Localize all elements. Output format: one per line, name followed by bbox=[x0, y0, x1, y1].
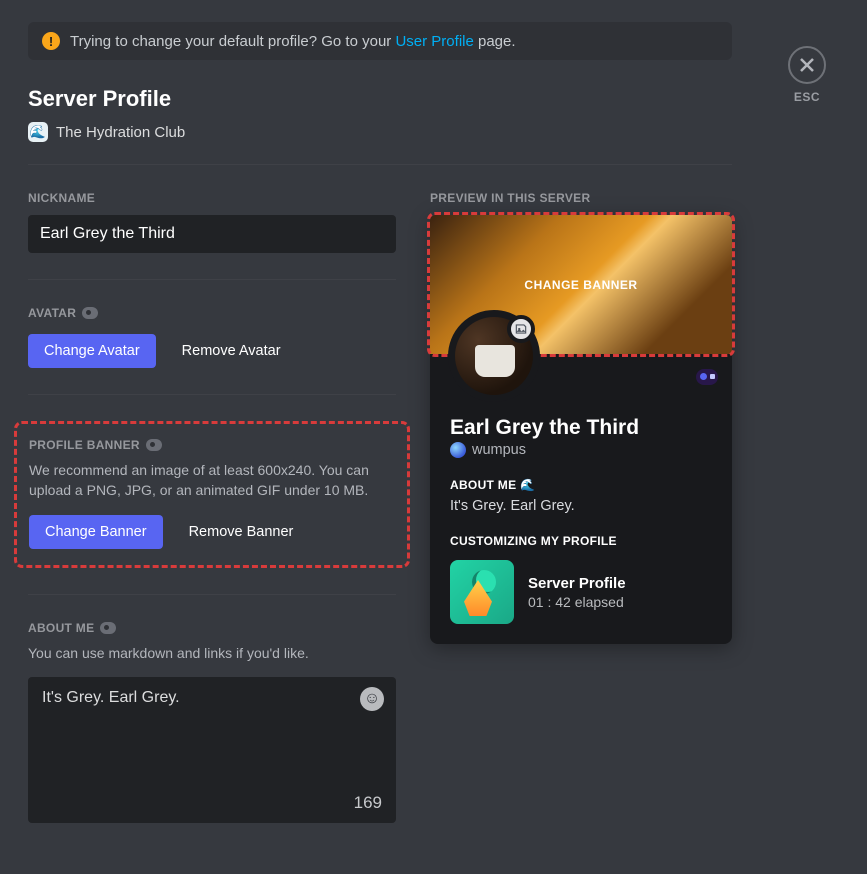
activity-pencil-icon bbox=[450, 560, 514, 624]
divider bbox=[28, 594, 396, 595]
warning-icon: ! bbox=[42, 32, 60, 50]
banner-description: We recommend an image of at least 600x24… bbox=[29, 460, 395, 501]
preview-username: wumpus bbox=[472, 442, 526, 458]
change-banner-button[interactable]: Change Banner bbox=[29, 515, 163, 549]
preview-about-text: It's Grey. Earl Grey. bbox=[450, 498, 712, 514]
profile-banner-label-text: PROFILE BANNER bbox=[29, 438, 140, 452]
activity-row: Server Profile 01 : 42 elapsed bbox=[450, 560, 712, 624]
close-button[interactable] bbox=[788, 46, 826, 84]
wave-icon: 🌊 bbox=[520, 478, 535, 492]
avatar-image bbox=[475, 345, 515, 377]
preview-card: CHANGE BANNER Earl Grey the Third wumpus bbox=[430, 215, 732, 644]
preview-about-label-text: ABOUT ME bbox=[450, 478, 516, 492]
esc-label: ESC bbox=[794, 90, 820, 104]
nitro-icon bbox=[100, 622, 116, 634]
preview-avatar[interactable] bbox=[448, 310, 540, 402]
nitro-icon bbox=[82, 307, 98, 319]
nitro-icon bbox=[146, 439, 162, 451]
notice-bar: ! Trying to change your default profile?… bbox=[28, 22, 732, 60]
remove-avatar-button[interactable]: Remove Avatar bbox=[178, 334, 285, 368]
divider bbox=[28, 279, 396, 280]
upload-avatar-badge[interactable] bbox=[507, 315, 535, 343]
form-column: NICKNAME AVATAR Change Avatar Remove Ava… bbox=[28, 191, 396, 823]
preview-about-label: ABOUT ME 🌊 bbox=[450, 478, 712, 492]
divider bbox=[28, 394, 396, 395]
page-title: Server Profile bbox=[28, 86, 732, 112]
about-me-description: You can use markdown and links if you'd … bbox=[28, 643, 396, 663]
preview-username-row: wumpus bbox=[450, 442, 712, 458]
settings-page: ESC ! Trying to change your default prof… bbox=[0, 0, 760, 851]
nickname-input[interactable] bbox=[28, 215, 396, 253]
notice-suffix: page. bbox=[474, 33, 516, 50]
change-avatar-button[interactable]: Change Avatar bbox=[28, 334, 156, 368]
about-me-label: ABOUT ME bbox=[28, 621, 396, 635]
preview-column: PREVIEW IN THIS SERVER CHANGE BANNER Ear… bbox=[430, 191, 732, 823]
status-orb-icon bbox=[450, 442, 466, 458]
customizing-label: CUSTOMIZING MY PROFILE bbox=[450, 534, 712, 548]
preview-banner[interactable]: CHANGE BANNER bbox=[430, 215, 732, 354]
upload-image-icon bbox=[514, 322, 528, 336]
nickname-label: NICKNAME bbox=[28, 191, 396, 205]
activity-title: Server Profile bbox=[528, 575, 626, 592]
activity-elapsed: 01 : 42 elapsed bbox=[528, 594, 626, 610]
avatar-label: AVATAR bbox=[28, 306, 396, 320]
about-me-label-text: ABOUT ME bbox=[28, 621, 94, 635]
profile-banner-section-highlighted: PROFILE BANNER We recommend an image of … bbox=[14, 421, 410, 568]
nitro-badge-icon bbox=[696, 369, 718, 385]
user-profile-link[interactable]: User Profile bbox=[395, 33, 473, 50]
divider bbox=[28, 164, 732, 165]
about-me-input[interactable] bbox=[42, 689, 355, 789]
preview-label: PREVIEW IN THIS SERVER bbox=[430, 191, 732, 205]
profile-banner-label: PROFILE BANNER bbox=[29, 438, 395, 452]
server-row: 🌊 The Hydration Club bbox=[28, 122, 732, 142]
char-count: 169 bbox=[354, 793, 382, 813]
smile-icon: ☺ bbox=[364, 690, 380, 708]
emoji-picker-button[interactable]: ☺ bbox=[360, 687, 384, 711]
server-name: The Hydration Club bbox=[56, 124, 185, 141]
change-banner-overlay: CHANGE BANNER bbox=[524, 278, 637, 292]
notice-prefix: Trying to change your default profile? G… bbox=[70, 33, 395, 50]
close-icon bbox=[799, 57, 815, 73]
about-me-field-wrap: ☺ 169 bbox=[28, 677, 396, 823]
close-wrap: ESC bbox=[782, 46, 832, 104]
notice-text: Trying to change your default profile? G… bbox=[70, 33, 516, 50]
preview-display-name: Earl Grey the Third bbox=[450, 416, 712, 440]
avatar-label-text: AVATAR bbox=[28, 306, 76, 320]
remove-banner-button[interactable]: Remove Banner bbox=[185, 515, 298, 549]
server-icon: 🌊 bbox=[28, 122, 48, 142]
